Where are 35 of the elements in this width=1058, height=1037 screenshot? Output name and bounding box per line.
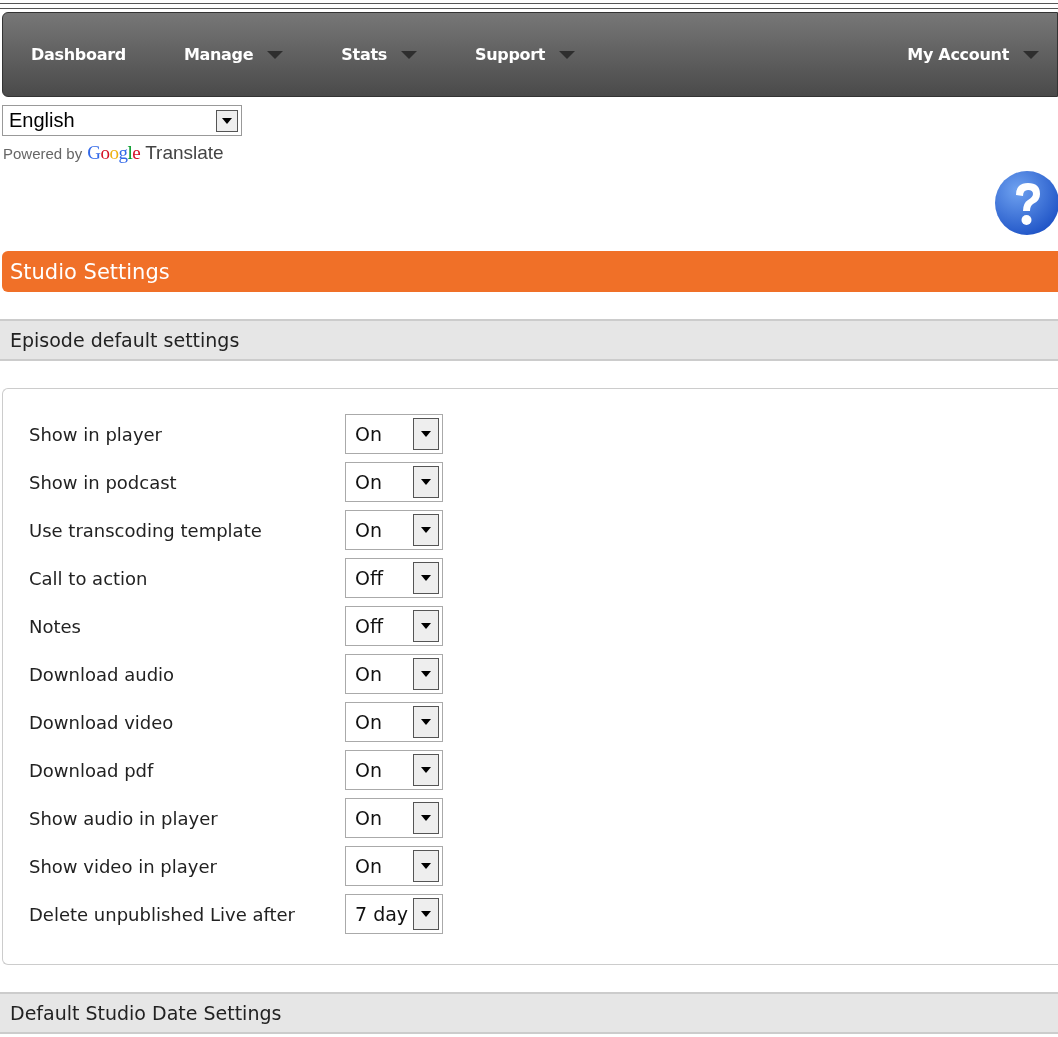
setting-label: Show video in player: [29, 855, 218, 877]
setting-select[interactable]: On: [345, 462, 443, 502]
setting-select[interactable]: On: [345, 750, 443, 790]
section-header: Default Studio Date Settings: [0, 992, 1058, 1034]
setting-label: Notes: [29, 615, 82, 637]
setting-label: Download video: [29, 711, 175, 733]
setting-select[interactable]: On: [345, 798, 443, 838]
setting-label: Show audio in player: [29, 807, 219, 829]
setting-select[interactable]: 7 day: [345, 894, 443, 934]
setting-select[interactable]: On: [345, 846, 443, 886]
google-logo: Google: [87, 142, 141, 164]
setting-label: Show in podcast: [29, 471, 178, 493]
page-title: Studio Settings: [2, 251, 1058, 292]
nav-menu-item[interactable]: My Account: [907, 45, 1039, 64]
setting-label: Show in player: [29, 423, 163, 445]
nav-menu-item[interactable]: Dashboard: [31, 45, 126, 64]
setting-select[interactable]: Off: [345, 558, 443, 598]
language-select[interactable]: English: [2, 105, 242, 136]
help-icon[interactable]: [994, 170, 1058, 236]
setting-label: Use transcoding template: [29, 519, 263, 541]
setting-select[interactable]: On: [345, 414, 443, 454]
nav-menu-item[interactable]: Manage: [183, 45, 284, 64]
nav-menu-item[interactable]: Support: [474, 45, 576, 64]
setting-label: Download pdf: [29, 759, 155, 781]
translate-text: Translate: [145, 142, 224, 164]
powered-by-text: Powered by: [3, 145, 83, 162]
setting-label: Delete unpublished Live after: [29, 903, 296, 925]
setting-select[interactable]: Off: [345, 606, 443, 646]
setting-label: Download audio: [29, 663, 176, 685]
setting-select[interactable]: On: [345, 702, 443, 742]
nav-menu-item[interactable]: Stats: [341, 45, 417, 64]
setting-label: Call to action: [29, 567, 149, 589]
setting-select[interactable]: On: [345, 654, 443, 694]
setting-select[interactable]: On: [345, 510, 443, 550]
section-header: Episode default settings: [0, 319, 1058, 361]
